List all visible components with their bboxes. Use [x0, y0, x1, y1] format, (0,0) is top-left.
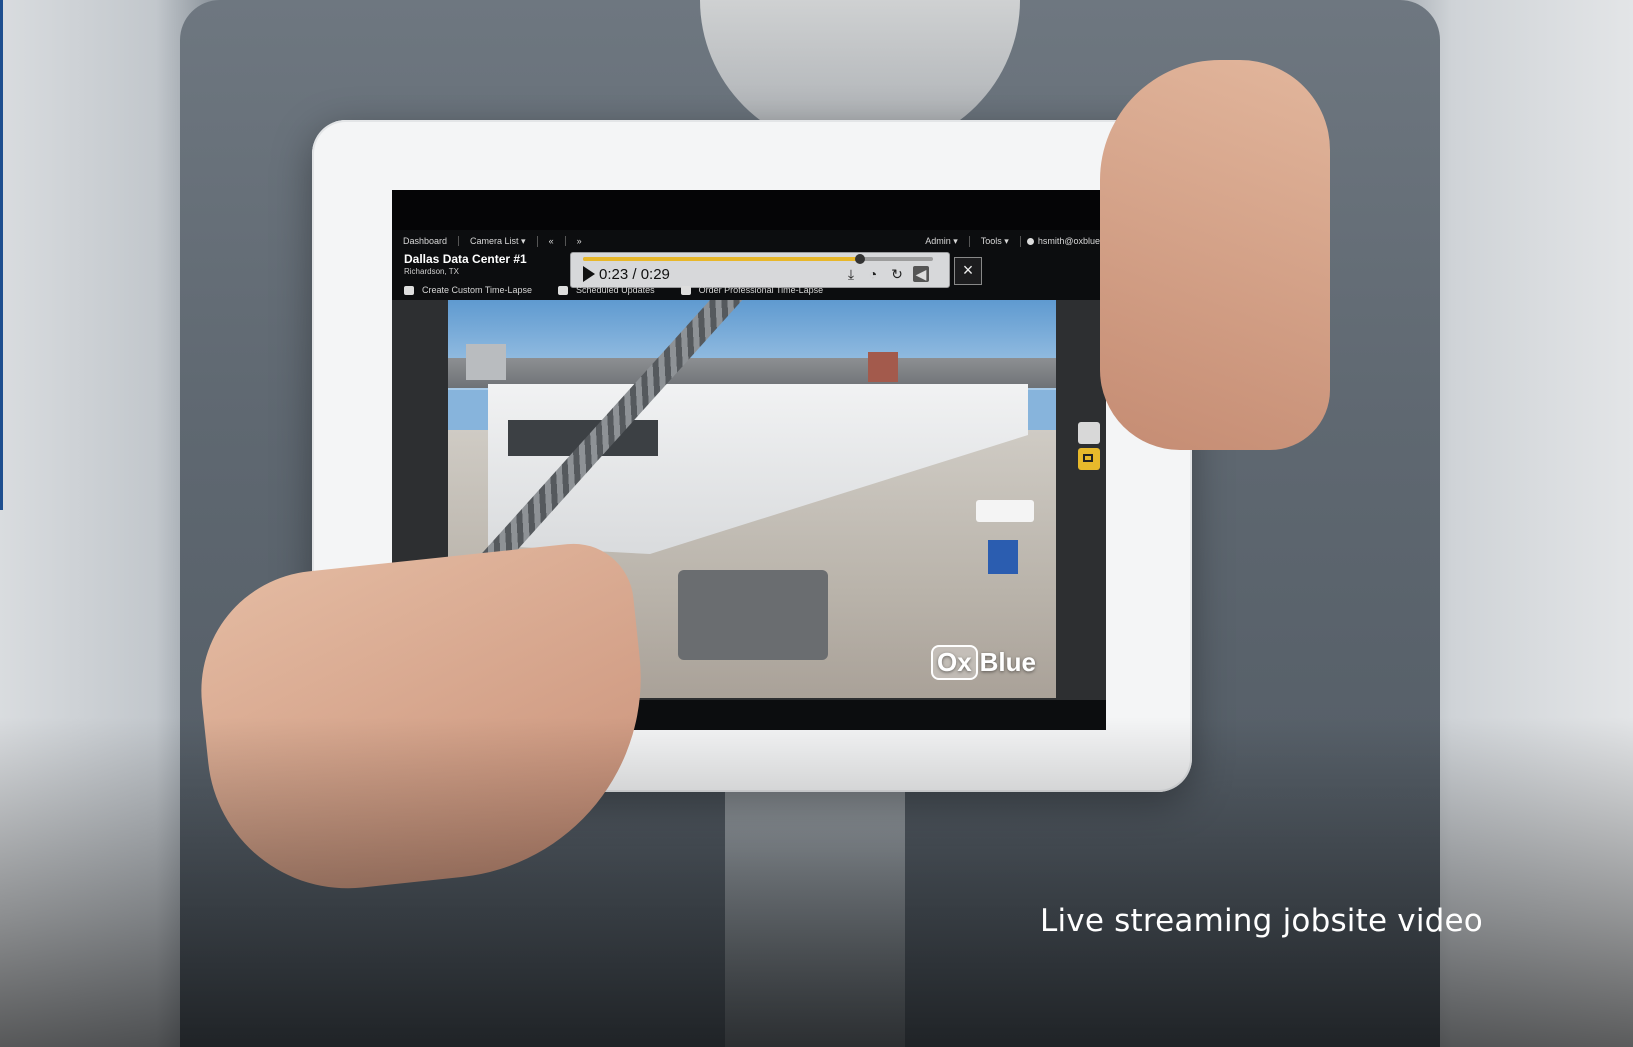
video-player-controls: 0:23 / 0:29 ⤓ ◔ ↻ ◀ — [570, 252, 950, 288]
calendar-icon — [558, 285, 569, 295]
nav-user[interactable]: hsmith@oxblue — [1021, 236, 1106, 246]
speed-icon[interactable]: ◔ — [865, 266, 881, 282]
top-navigation: Dashboard Camera List ▾ « » Admin ▾ Tool… — [392, 230, 1106, 252]
play-icon[interactable] — [583, 266, 595, 282]
fullscreen-icon[interactable] — [1078, 448, 1100, 470]
nav-user-label: hsmith@oxblue — [1037, 236, 1100, 246]
hand-right — [1100, 60, 1330, 450]
watermark-blue: Blue — [979, 647, 1036, 677]
scheduled-updates-link[interactable]: Scheduled Updates — [558, 285, 655, 295]
nav-camera-list[interactable]: Camera List ▾ — [459, 235, 538, 247]
caption-text: Live streaming jobsite video — [1040, 903, 1483, 939]
nav-admin[interactable]: Admin ▾ — [914, 235, 970, 247]
nav-camera-list-label: Camera List — [470, 235, 519, 246]
volume-icon[interactable]: ◀ — [913, 266, 929, 282]
download-icon[interactable]: ⤓ — [843, 266, 859, 282]
order-professional-timelapse-label: Order Professional Time-Lapse — [698, 285, 824, 295]
collapse-icon[interactable] — [1078, 422, 1100, 444]
close-button[interactable]: × — [954, 257, 982, 285]
screen-top-bar — [392, 190, 1106, 230]
video-crane-base — [678, 570, 828, 660]
progress-knob[interactable] — [854, 254, 865, 264]
video-distant-building — [466, 344, 506, 380]
watermark-ox: Ox — [930, 645, 978, 680]
user-icon — [1026, 237, 1034, 245]
video-lift — [988, 540, 1018, 574]
edge-stripe — [0, 0, 3, 510]
bottom-gradient — [0, 717, 1633, 1047]
playback-time: 0:23 / 0:29 — [599, 266, 670, 283]
nav-admin-label: Admin — [925, 235, 951, 246]
nav-dashboard[interactable]: Dashboard — [392, 236, 460, 246]
camera-location: Richardson, TX — [404, 267, 459, 276]
film-icon — [680, 285, 691, 295]
video-distant-building — [868, 352, 898, 382]
scheduled-updates-label: Scheduled Updates — [576, 285, 655, 295]
camera-header: Dallas Data Center #1 Richardson, TX — [404, 252, 527, 276]
nav-prev[interactable]: « — [538, 236, 566, 246]
progress-fill — [583, 257, 860, 261]
replay-icon[interactable]: ↻ — [889, 266, 905, 282]
nav-tools[interactable]: Tools ▾ — [970, 235, 1021, 247]
nav-tools-label: Tools — [980, 235, 1002, 246]
video-skyline — [448, 358, 1056, 388]
create-custom-timelapse-label: Create Custom Time-Lapse — [422, 285, 533, 295]
sub-navigation: Create Custom Time-Lapse Scheduled Updat… — [404, 285, 823, 295]
create-custom-timelapse-link[interactable]: Create Custom Time-Lapse — [404, 285, 532, 295]
camera-title: Dallas Data Center #1 — [404, 252, 527, 266]
oxblue-watermark: Ox Blue — [930, 645, 1036, 680]
video-truck — [976, 500, 1034, 522]
progress-bar[interactable] — [583, 254, 933, 264]
nav-next[interactable]: » — [566, 236, 593, 246]
order-professional-timelapse-link[interactable]: Order Professional Time-Lapse — [680, 285, 824, 295]
lock-icon — [404, 285, 414, 295]
